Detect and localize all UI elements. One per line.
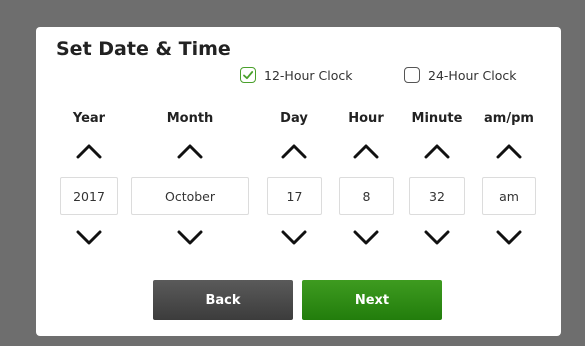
ampm-header: am/pm: [484, 111, 534, 126]
year-down-arrow-icon[interactable]: [75, 230, 103, 246]
year-header: Year: [72, 111, 106, 126]
twelve-hour-label: 12-Hour Clock: [264, 67, 353, 83]
day-field[interactable]: 17: [267, 177, 322, 215]
minute-up-arrow-icon[interactable]: [423, 143, 451, 159]
next-button[interactable]: Next: [302, 280, 442, 320]
ampm-up-arrow-icon[interactable]: [495, 143, 523, 159]
twelve-hour-checkbox[interactable]: [240, 67, 256, 83]
month-header: Month: [166, 111, 214, 126]
hour-field[interactable]: 8: [339, 177, 394, 215]
twenty-four-hour-option[interactable]: 24-Hour Clock: [404, 67, 516, 83]
twenty-four-hour-checkbox[interactable]: [404, 67, 420, 83]
year-up-arrow-icon[interactable]: [75, 143, 103, 159]
dialog-title: Set Date & Time: [56, 38, 231, 60]
day-up-arrow-icon[interactable]: [280, 143, 308, 159]
hour-down-arrow-icon[interactable]: [352, 230, 380, 246]
day-header: Day: [280, 111, 308, 126]
minute-field[interactable]: 32: [409, 177, 465, 215]
ampm-down-arrow-icon[interactable]: [495, 230, 523, 246]
checkmark-icon: [243, 71, 254, 80]
hour-header: Hour: [348, 111, 384, 126]
minute-down-arrow-icon[interactable]: [423, 230, 451, 246]
set-date-time-dialog: Set Date & Time 12-Hour Clock 24-Hour Cl…: [36, 27, 561, 336]
hour-up-arrow-icon[interactable]: [352, 143, 380, 159]
back-button[interactable]: Back: [153, 280, 293, 320]
month-down-arrow-icon[interactable]: [176, 230, 204, 246]
ampm-field[interactable]: am: [482, 177, 536, 215]
minute-header: Minute: [411, 111, 463, 126]
twelve-hour-option[interactable]: 12-Hour Clock: [240, 67, 352, 83]
year-field[interactable]: 2017: [60, 177, 118, 215]
twenty-four-hour-label: 24-Hour Clock: [428, 67, 517, 83]
month-up-arrow-icon[interactable]: [176, 143, 204, 159]
month-field[interactable]: October: [131, 177, 249, 215]
day-down-arrow-icon[interactable]: [280, 230, 308, 246]
